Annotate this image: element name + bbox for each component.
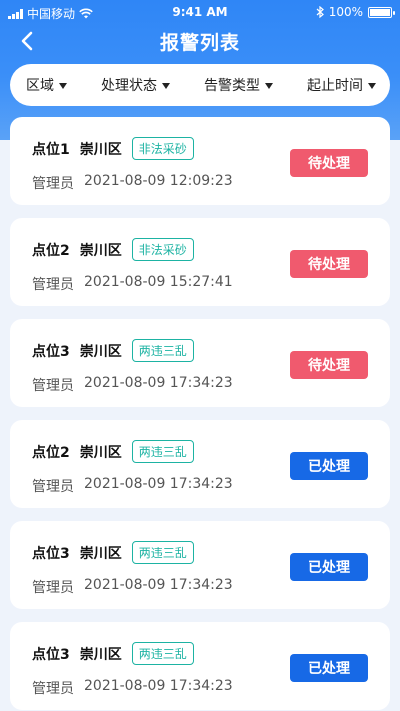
alarm-meta-row: 管理员 2021-08-09 17:34:23	[32, 577, 233, 597]
alarm-card[interactable]: 点位3 崇川区 两违三乱 管理员 2021-08-09 17:34:23 已处理	[10, 521, 390, 609]
manager-label: 管理员	[32, 378, 74, 394]
manager-label: 管理员	[32, 176, 74, 192]
status-button-done[interactable]: 已处理	[290, 553, 368, 581]
alarm-header-row: 点位2 崇川区 两违三乱	[32, 440, 194, 463]
district-name: 崇川区	[79, 141, 122, 158]
alarm-header-row: 点位2 崇川区 非法采砂	[32, 238, 194, 261]
alarm-datetime: 2021-08-09 17:34:23	[84, 678, 233, 694]
district-name: 崇川区	[79, 343, 122, 360]
district-name: 崇川区	[79, 242, 122, 259]
alarm-type-tag: 非法采砂	[131, 137, 194, 160]
caret-down-icon	[265, 82, 273, 89]
alarm-meta-row: 管理员 2021-08-09 17:34:23	[32, 476, 233, 496]
point-name: 点位2	[32, 444, 70, 461]
alarm-meta-row: 管理员 2021-08-09 15:27:41	[32, 274, 233, 294]
alarm-header-row: 点位3 崇川区 两违三乱	[32, 642, 194, 665]
alarm-list: 点位1 崇川区 非法采砂 管理员 2021-08-09 12:09:23 待处理…	[10, 117, 390, 711]
alarm-datetime: 2021-08-09 17:34:23	[84, 375, 233, 391]
alarm-header-row: 点位1 崇川区 非法采砂	[32, 137, 194, 160]
alarm-card[interactable]: 点位2 崇川区 非法采砂 管理员 2021-08-09 15:27:41 待处理	[10, 218, 390, 306]
manager-label: 管理员	[32, 681, 74, 697]
alarm-type-tag: 两违三乱	[131, 440, 194, 463]
filter-label: 处理状态	[101, 78, 157, 94]
alarm-card[interactable]: 点位1 崇川区 非法采砂 管理员 2021-08-09 12:09:23 待处理	[10, 117, 390, 205]
point-name: 点位3	[32, 343, 70, 360]
filter-time-range[interactable]: 起止时间	[307, 75, 376, 95]
alarm-type-tag: 两违三乱	[131, 339, 194, 362]
status-bar: 中国移动 9:41 AM 100%	[0, 0, 400, 24]
status-bar-right: 100%	[316, 5, 395, 19]
alarm-type-tag: 非法采砂	[131, 238, 194, 261]
nav-bar: 报警列表	[0, 24, 400, 60]
alarm-card[interactable]: 点位2 崇川区 两违三乱 管理员 2021-08-09 17:34:23 已处理	[10, 420, 390, 508]
district-name: 崇川区	[79, 545, 122, 562]
filter-bar: 区域 处理状态 告警类型 起止时间	[10, 64, 390, 106]
status-button-pending[interactable]: 待处理	[290, 250, 368, 278]
caret-down-icon	[368, 82, 376, 89]
district-name: 崇川区	[79, 646, 122, 663]
alarm-meta-row: 管理员 2021-08-09 17:34:23	[32, 678, 233, 698]
point-name: 点位3	[32, 646, 70, 663]
point-name: 点位3	[32, 545, 70, 562]
filter-region[interactable]: 区域	[26, 75, 67, 95]
district-name: 崇川区	[79, 444, 122, 461]
page-title: 报警列表	[159, 32, 240, 54]
status-button-pending[interactable]: 待处理	[290, 351, 368, 379]
point-name: 点位1	[32, 141, 70, 158]
bluetooth-icon	[316, 6, 324, 18]
alarm-type-tag: 两违三乱	[131, 541, 194, 564]
alarm-datetime: 2021-08-09 15:27:41	[84, 274, 233, 290]
alarm-card[interactable]: 点位3 崇川区 两违三乱 管理员 2021-08-09 17:34:23 已处理	[10, 622, 390, 710]
caret-down-icon	[59, 82, 67, 89]
alarm-header-row: 点位3 崇川区 两违三乱	[32, 339, 194, 362]
filter-label: 告警类型	[204, 78, 260, 94]
alarm-meta-row: 管理员 2021-08-09 17:34:23	[32, 375, 233, 395]
alarm-header-row: 点位3 崇川区 两违三乱	[32, 541, 194, 564]
manager-label: 管理员	[32, 277, 74, 293]
filter-label: 区域	[26, 78, 54, 94]
alarm-datetime: 2021-08-09 17:34:23	[84, 577, 233, 593]
alarm-card[interactable]: 点位3 崇川区 两违三乱 管理员 2021-08-09 17:34:23 待处理	[10, 319, 390, 407]
caret-down-icon	[162, 82, 170, 89]
filter-alarm-type[interactable]: 告警类型	[204, 75, 273, 95]
status-button-pending[interactable]: 待处理	[290, 149, 368, 177]
status-button-done[interactable]: 已处理	[290, 452, 368, 480]
alarm-datetime: 2021-08-09 17:34:23	[84, 476, 233, 492]
status-button-done[interactable]: 已处理	[290, 654, 368, 682]
alarm-datetime: 2021-08-09 12:09:23	[84, 173, 233, 189]
battery-percent: 100%	[328, 5, 363, 19]
alarm-type-tag: 两违三乱	[131, 642, 194, 665]
battery-icon	[368, 6, 395, 18]
filter-status[interactable]: 处理状态	[101, 75, 170, 95]
filter-label: 起止时间	[307, 78, 363, 94]
point-name: 点位2	[32, 242, 70, 259]
manager-label: 管理员	[32, 479, 74, 495]
alarm-meta-row: 管理员 2021-08-09 12:09:23	[32, 173, 233, 193]
manager-label: 管理员	[32, 580, 74, 596]
